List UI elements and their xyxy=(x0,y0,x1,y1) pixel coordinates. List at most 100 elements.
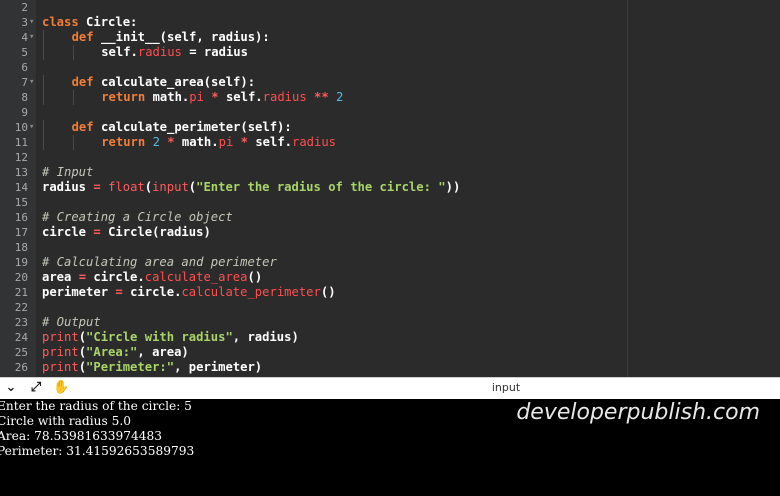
code-line[interactable]: 7 ▾ def calculate_area(self): xyxy=(0,75,780,90)
code-line[interactable]: 21 perimeter = circle.calculate_perimeter… xyxy=(0,285,780,300)
code-token: circle xyxy=(42,225,94,239)
code-token: input xyxy=(152,180,189,194)
code-text: self.radius = radius xyxy=(101,45,248,60)
code-token: print xyxy=(42,345,79,359)
code-line[interactable]: 2 xyxy=(0,0,780,15)
code-line[interactable]: 16 # Creating a Circle object xyxy=(0,210,780,225)
code-text: print("Perimeter:", perimeter) xyxy=(42,360,262,375)
code-line[interactable]: 14 radius = float(input("Enter the radius… xyxy=(0,180,780,195)
code-text: # Creating a Circle object xyxy=(42,210,233,225)
line-number: 19 xyxy=(14,256,28,269)
code-line[interactable]: 18 xyxy=(0,240,780,255)
code-token: () xyxy=(247,270,263,284)
code-line[interactable]: 25 print("Area:", area) xyxy=(0,345,780,360)
code-token: def xyxy=(71,75,101,89)
code-text: def calculate_area(self): xyxy=(72,75,255,90)
code-token: return xyxy=(101,90,153,104)
line-number: 6 xyxy=(21,61,28,74)
code-token: # Output xyxy=(42,315,101,329)
code-token: = xyxy=(115,285,131,299)
code-token: 2 xyxy=(336,90,344,104)
code-token: = xyxy=(93,225,109,239)
code-text: return math.pi * self.radius ** 2 xyxy=(101,90,343,105)
code-token: # Input xyxy=(42,165,94,179)
code-line[interactable]: 3 ▾ class Circle: xyxy=(0,15,780,30)
line-number: 16 xyxy=(14,211,28,224)
code-line[interactable]: 26 print("Perimeter:", perimeter) xyxy=(0,360,780,375)
code-line[interactable]: 19 # Calculating area and perimeter xyxy=(0,255,780,270)
code-token: ( xyxy=(78,345,87,359)
code-token: ( xyxy=(144,180,153,194)
code-token: self. xyxy=(101,45,138,59)
code-text: area = circle.calculate_area() xyxy=(42,270,262,285)
code-token: = radius xyxy=(181,45,248,59)
code-token: )) xyxy=(445,180,461,194)
code-line[interactable]: 17 circle = Circle(radius) xyxy=(0,225,780,240)
fold-arrow-icon[interactable]: ▾ xyxy=(29,15,34,29)
code-line[interactable]: 6 xyxy=(0,60,780,75)
code-line[interactable]: 10 ▾ def calculate_perimeter(self): xyxy=(0,120,780,135)
indent-guide xyxy=(72,45,74,60)
code-token: class xyxy=(42,15,87,29)
line-number: 2 xyxy=(21,1,28,14)
code-token: = xyxy=(78,270,94,284)
code-line[interactable]: 15 xyxy=(0,195,780,210)
line-number: 11 xyxy=(14,136,28,149)
code-token: Circle(radius) xyxy=(108,225,211,239)
fold-arrow-icon[interactable]: ▾ xyxy=(29,30,34,44)
code-line[interactable]: 20 area = circle.calculate_area() xyxy=(0,270,780,285)
line-number: 5 xyxy=(21,46,28,59)
code-token: 2 xyxy=(152,135,160,149)
line-number: 17 xyxy=(14,226,28,239)
code-token: self. xyxy=(225,90,263,104)
code-line[interactable]: 12 xyxy=(0,150,780,165)
code-token: def xyxy=(71,30,101,44)
indent-guide xyxy=(43,90,44,105)
code-line[interactable]: 13 # Input xyxy=(0,165,780,180)
code-token: ** xyxy=(306,90,337,104)
code-token: radius xyxy=(262,90,307,104)
code-line[interactable]: 5 self.radius = radius xyxy=(0,45,780,60)
code-line[interactable]: 9 xyxy=(0,105,780,120)
code-line[interactable]: 22 xyxy=(0,300,780,315)
code-token: self. xyxy=(255,135,292,149)
code-token: print xyxy=(42,330,79,344)
fold-arrow-icon[interactable]: ▾ xyxy=(29,120,34,134)
code-token: ( xyxy=(78,330,87,344)
code-token: () xyxy=(320,285,336,299)
code-text: # Input xyxy=(42,165,93,180)
code-token: print xyxy=(42,360,79,374)
code-line[interactable]: 11 return 2 * math.pi * self.radius xyxy=(0,135,780,150)
line-number: 25 xyxy=(14,346,28,359)
fold-arrow-icon[interactable]: ▾ xyxy=(29,75,34,89)
code-token: radius xyxy=(292,135,337,149)
code-token: "Circle with radius" xyxy=(86,330,233,344)
code-text: def calculate_perimeter(self): xyxy=(72,120,292,135)
watermark: developerpublish.com xyxy=(516,400,760,425)
line-number: 18 xyxy=(14,241,28,254)
indent-guide xyxy=(43,135,44,150)
console-line: Circle with radius 5.0 xyxy=(0,414,131,428)
code-token: pi xyxy=(189,90,204,104)
code-token: return xyxy=(101,135,153,149)
code-token: ( xyxy=(78,360,87,374)
line-number: 12 xyxy=(14,151,28,164)
console-line: Area: 78.53981633974483 xyxy=(0,429,163,443)
console-line: Enter the radius of the circle: 5 xyxy=(0,399,192,413)
code-token: * xyxy=(233,135,256,149)
code-line[interactable]: 8 return math.pi * self.radius ** 2 xyxy=(0,90,780,105)
code-line[interactable]: 24 print("Circle with radius", radius) xyxy=(0,330,780,345)
code-editor[interactable]: 2 3 ▾ class Circle: 4 ▾ def __init__(self, rad… xyxy=(0,0,780,377)
indent-guide xyxy=(43,75,44,90)
panel-title: input xyxy=(491,381,521,394)
code-text: print("Circle with radius", radius) xyxy=(42,330,299,345)
code-line[interactable]: 4 ▾ def __init__(self, radius): xyxy=(0,30,780,45)
code-token: Circle: xyxy=(86,15,138,29)
line-number: 21 xyxy=(14,286,28,299)
line-number: 13 xyxy=(14,166,28,179)
code-token: "Area:" xyxy=(86,345,138,359)
code-text: print("Area:", area) xyxy=(42,345,189,360)
code-token: , radius) xyxy=(232,330,299,344)
code-token: "Perimeter:" xyxy=(86,360,175,374)
code-line[interactable]: 23 # Output xyxy=(0,315,780,330)
